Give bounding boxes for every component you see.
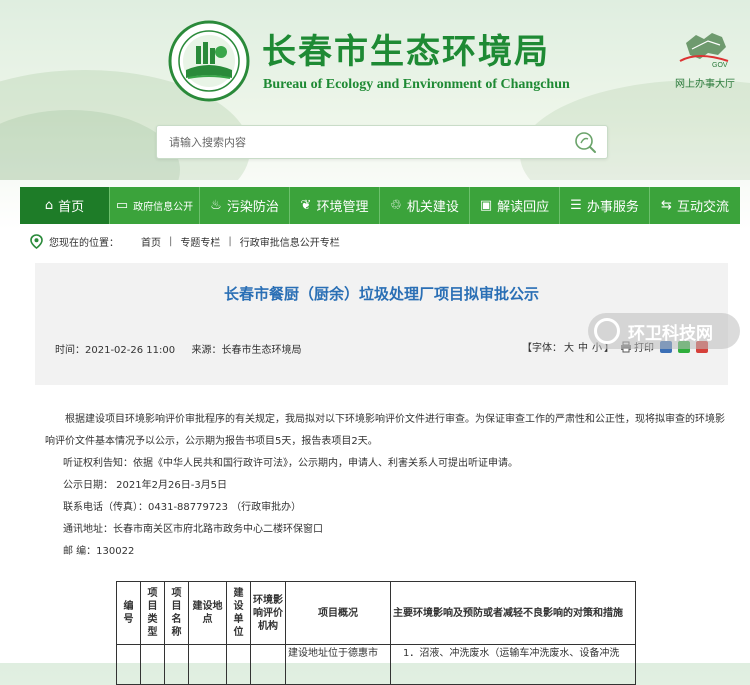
nav-item-env-management[interactable]: ❦ 环境管理 (290, 187, 380, 224)
site-watermark: 环卫科技网 (588, 313, 740, 349)
nav-item-label: 首页 (58, 200, 85, 215)
nav-item-label: 办事服务 (586, 200, 639, 215)
main-nav: ⌂ 首页 ▭ 政府信息公开 ♨ 污染防治 ❦ 环境管理 ♲ 机关建设 ▣ 解读回… (20, 187, 740, 224)
breadcrumb-prefix: 您现在的位置： (49, 237, 119, 249)
breadcrumb: 您现在的位置： 首页 | 专题专栏 | 行政审批信息公开专栏 (30, 232, 340, 250)
breadcrumb-home[interactable]: 首页 (141, 234, 161, 249)
mailing-address: 通讯地址：长春市南关区市府北路市政务中心二楼环保窗口 (63, 524, 323, 535)
site-title-en: Bureau of Ecology and Environment of Cha… (263, 77, 570, 92)
table-cell (116, 644, 141, 685)
search-icon[interactable] (573, 130, 597, 154)
table-header-cell: 主要环境影响及预防或者减轻不良影响的对策和措施 (390, 581, 636, 645)
table-header-cell: 环境影响评价机构 (250, 581, 286, 645)
breadcrumb-special-topics[interactable]: 专题专栏 (180, 234, 220, 249)
site-title-cn: 长春市生态环境局 (262, 32, 550, 72)
font-size-label: 【字体： (522, 343, 562, 354)
document-icon: ▭ (115, 198, 129, 213)
svg-text:GOV: GOV (712, 62, 728, 69)
breadcrumb-separator: | (228, 235, 232, 247)
article-source: 长春市生态环境局 (221, 345, 302, 356)
nav-item-interaction[interactable]: ⇆ 互动交流 (650, 187, 740, 224)
postcode: 邮 编：130022 (63, 546, 135, 557)
intro-paragraph: 根据建设项目环境影响评价审批程序的有关规定，我局拟对以下环境影响评价文件进行审查… (45, 414, 725, 447)
online-service-hall-link[interactable]: GOV 网上办事大厅 (665, 25, 745, 90)
table-header-cell: 建设单位 (226, 581, 251, 645)
site-header: 长春市生态环境局 Bureau of Ecology and Environme… (0, 0, 750, 180)
table-cell (164, 644, 189, 685)
time-label: 时间： (55, 345, 85, 356)
breadcrumb-admin-approval[interactable]: 行政审批信息公开专栏 (240, 234, 340, 249)
search-box (156, 125, 608, 159)
article-title: 长春市餐厨（厨余）垃圾处理厂项目拟审批公示 (223, 285, 539, 303)
building-icon: ♲ (390, 198, 402, 213)
project-table: 编号 项目类型 项目名称 建设地点 建设单位 环境影响评价机构 项目概况 主要环… (116, 581, 636, 685)
nav-item-label: 解读回应 (497, 200, 550, 215)
table-header-cell: 项目概况 (285, 581, 391, 645)
article-meta: 时间：2021-02-26 11:00 来源：长春市生态环境局 (55, 341, 302, 356)
nav-item-gov-info[interactable]: ▭ 政府信息公开 (110, 187, 200, 224)
watermark-logo-icon (594, 318, 620, 344)
list-icon: ☰ (570, 198, 582, 213)
font-size-large-button[interactable]: 大 (564, 339, 574, 354)
leaf-icon: ❦ (300, 198, 312, 213)
gov-map-icon: GOV (679, 33, 729, 69)
nav-item-home[interactable]: ⌂ 首页 (20, 187, 110, 224)
table-cell (140, 644, 165, 685)
location-pin-icon (30, 233, 43, 249)
table-cell (188, 644, 227, 685)
table-row: 建设地址位于德惠市 1．沼液、冲洗废水（运输车冲洗废水、设备冲洗 (116, 644, 636, 685)
project-overview-cell: 建设地址位于德惠市 (285, 644, 391, 685)
table-header-cell: 编号 (116, 581, 141, 645)
font-size-medium-button[interactable]: 中 (578, 339, 588, 354)
nav-item-services[interactable]: ☰ 办事服务 (560, 187, 650, 224)
nav-item-response[interactable]: ▣ 解读回应 (470, 187, 560, 224)
notice-date: 公示日期： 2021年2月26日-3月5日 (63, 480, 228, 491)
article-body: 根据建设项目环境影响评价审批程序的有关规定，我局拟对以下环境影响评价文件进行审查… (45, 409, 728, 563)
table-cell (250, 644, 286, 685)
breadcrumb-separator: | (169, 235, 173, 247)
measures-cell: 1．沼液、冲洗废水（运输车冲洗废水、设备冲洗 (390, 644, 636, 685)
source-label: 来源： (191, 345, 222, 356)
hearing-notice: 听证权利告知：依据《中华人民共和国行政许可法》，公示期内，申请人、利害关系人可提… (63, 458, 518, 469)
nav-item-label: 污染防治 (226, 200, 279, 215)
home-icon: ⌂ (44, 198, 54, 213)
nav-item-label: 机关建设 (406, 200, 459, 215)
bureau-seal-logo[interactable] (168, 20, 250, 102)
publish-time: 2021-02-26 11:00 (85, 345, 176, 356)
nav-item-label: 政府信息公开 (133, 202, 194, 213)
search-input[interactable] (167, 126, 561, 158)
table-header-cell: 建设地点 (188, 581, 227, 645)
table-header-cell: 项目类型 (140, 581, 165, 645)
table-header-cell: 项目名称 (164, 581, 189, 645)
table-cell (226, 644, 251, 685)
online-service-hall-label: 网上办事大厅 (675, 79, 735, 90)
contact-phone: 联系电话（传真）：0431-88779723 （行政审批办） (63, 502, 302, 513)
exchange-icon: ⇆ (661, 198, 672, 213)
nav-item-label: 环境管理 (316, 200, 369, 215)
nav-item-label: 互动交流 (676, 200, 729, 215)
drop-icon: ♨ (210, 198, 222, 213)
nav-item-pollution[interactable]: ♨ 污染防治 (200, 187, 290, 224)
nav-item-organ[interactable]: ♲ 机关建设 (380, 187, 470, 224)
chat-icon: ▣ (479, 198, 493, 213)
